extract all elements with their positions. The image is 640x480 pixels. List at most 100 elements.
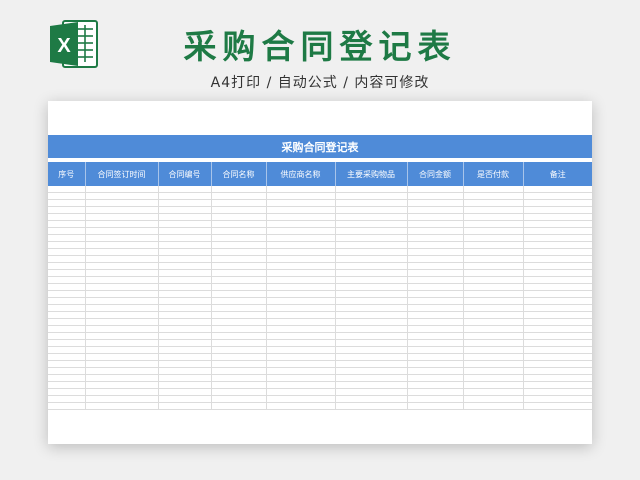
table-cell[interactable]: [84, 388, 158, 396]
table-cell[interactable]: [334, 227, 407, 235]
table-cell[interactable]: [265, 276, 335, 284]
table-cell[interactable]: [265, 325, 335, 333]
table-cell[interactable]: [157, 388, 211, 396]
table-cell[interactable]: [48, 395, 85, 403]
table-cell[interactable]: [210, 346, 266, 354]
table-cell[interactable]: [334, 199, 407, 207]
table-cell[interactable]: [210, 332, 266, 340]
table-cell[interactable]: [157, 241, 211, 249]
table-cell[interactable]: [210, 395, 266, 403]
table-cell[interactable]: [462, 283, 523, 291]
table-cell[interactable]: [84, 262, 158, 270]
table-cell[interactable]: [157, 255, 211, 263]
table-cell[interactable]: [522, 213, 593, 221]
table-cell[interactable]: [48, 234, 85, 242]
table-cell[interactable]: [84, 199, 158, 207]
table-cell[interactable]: [522, 346, 593, 354]
table-cell[interactable]: [157, 227, 211, 235]
table-cell[interactable]: [210, 206, 266, 214]
table-cell[interactable]: [157, 332, 211, 340]
table-cell[interactable]: [406, 360, 463, 368]
table-cell[interactable]: [334, 269, 407, 277]
table-cell[interactable]: [462, 276, 523, 284]
table-cell[interactable]: [334, 248, 407, 256]
table-cell[interactable]: [48, 248, 85, 256]
table-cell[interactable]: [157, 192, 211, 200]
table-cell[interactable]: [462, 220, 523, 228]
table-cell[interactable]: [265, 395, 335, 403]
table-cell[interactable]: [462, 255, 523, 263]
table-cell[interactable]: [48, 325, 85, 333]
table-cell[interactable]: [522, 332, 593, 340]
table-cell[interactable]: [84, 318, 158, 326]
table-cell[interactable]: [334, 206, 407, 214]
table-cell[interactable]: [210, 402, 266, 410]
table-cell[interactable]: [84, 395, 158, 403]
table-cell[interactable]: [48, 220, 85, 228]
table-cell[interactable]: [406, 276, 463, 284]
table-cell[interactable]: [265, 381, 335, 389]
table-cell[interactable]: [84, 192, 158, 200]
table-cell[interactable]: [48, 332, 85, 340]
table-cell[interactable]: [522, 339, 593, 347]
table-cell[interactable]: [522, 381, 593, 389]
table-cell[interactable]: [48, 269, 85, 277]
table-cell[interactable]: [210, 262, 266, 270]
table-cell[interactable]: [157, 234, 211, 242]
table-cell[interactable]: [406, 192, 463, 200]
table-cell[interactable]: [522, 374, 593, 382]
table-cell[interactable]: [210, 388, 266, 396]
table-cell[interactable]: [48, 367, 85, 375]
table-cell[interactable]: [48, 192, 85, 200]
table-cell[interactable]: [406, 297, 463, 305]
table-cell[interactable]: [210, 374, 266, 382]
table-cell[interactable]: [157, 304, 211, 312]
table-cell[interactable]: [265, 199, 335, 207]
table-cell[interactable]: [157, 220, 211, 228]
table-cell[interactable]: [157, 367, 211, 375]
table-cell[interactable]: [48, 241, 85, 249]
table-cell[interactable]: [334, 220, 407, 228]
table-cell[interactable]: [334, 332, 407, 340]
table-cell[interactable]: [334, 374, 407, 382]
table-cell[interactable]: [48, 290, 85, 298]
table-cell[interactable]: [210, 325, 266, 333]
table-cell[interactable]: [48, 318, 85, 326]
table-cell[interactable]: [48, 388, 85, 396]
table-cell[interactable]: [210, 304, 266, 312]
table-cell[interactable]: [265, 353, 335, 361]
table-cell[interactable]: [265, 311, 335, 319]
table-cell[interactable]: [522, 388, 593, 396]
table-cell[interactable]: [462, 367, 523, 375]
table-cell[interactable]: [334, 360, 407, 368]
table-cell[interactable]: [48, 262, 85, 270]
table-cell[interactable]: [157, 325, 211, 333]
table-cell[interactable]: [406, 381, 463, 389]
table-cell[interactable]: [406, 206, 463, 214]
table-cell[interactable]: [265, 332, 335, 340]
table-cell[interactable]: [522, 192, 593, 200]
table-cell[interactable]: [265, 388, 335, 396]
table-cell[interactable]: [334, 339, 407, 347]
table-cell[interactable]: [462, 269, 523, 277]
table-cell[interactable]: [462, 325, 523, 333]
table-cell[interactable]: [210, 269, 266, 277]
table-cell[interactable]: [157, 283, 211, 291]
table-cell[interactable]: [406, 255, 463, 263]
table-cell[interactable]: [406, 325, 463, 333]
table-cell[interactable]: [84, 206, 158, 214]
table-cell[interactable]: [157, 290, 211, 298]
table-cell[interactable]: [157, 297, 211, 305]
table-cell[interactable]: [84, 381, 158, 389]
table-cell[interactable]: [462, 311, 523, 319]
table-cell[interactable]: [462, 332, 523, 340]
table-cell[interactable]: [522, 353, 593, 361]
table-cell[interactable]: [406, 199, 463, 207]
table-cell[interactable]: [265, 255, 335, 263]
table-cell[interactable]: [462, 360, 523, 368]
table-cell[interactable]: [84, 269, 158, 277]
table-cell[interactable]: [84, 290, 158, 298]
table-cell[interactable]: [48, 346, 85, 354]
table-cell[interactable]: [210, 234, 266, 242]
table-cell[interactable]: [210, 360, 266, 368]
